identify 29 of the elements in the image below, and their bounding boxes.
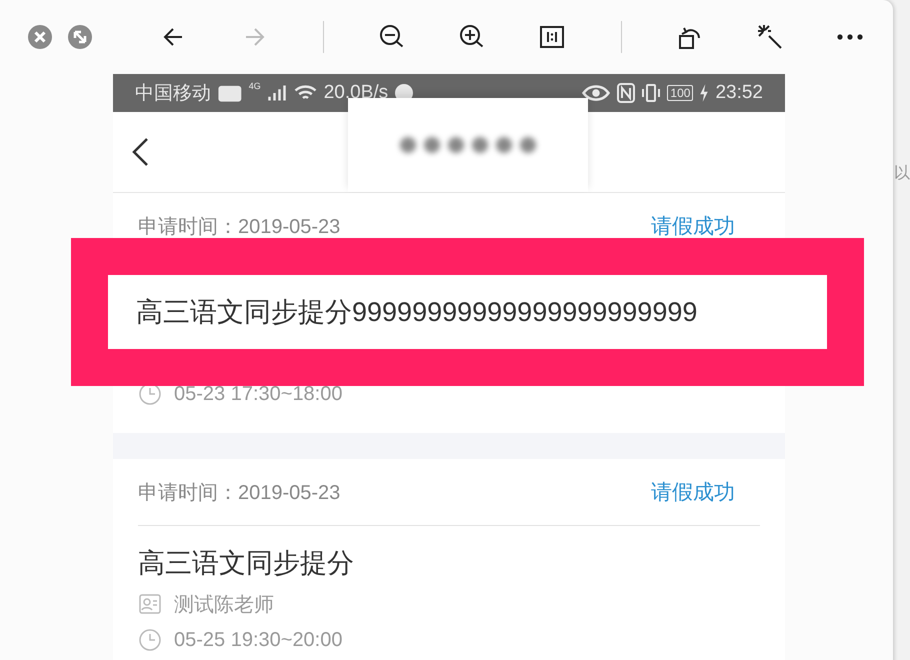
network-type: 4G [248,81,261,91]
more-icon [836,34,864,40]
eye-icon [581,83,612,103]
course-title: 高三语文同步提分99999999999999999999999 [136,296,698,329]
teacher-name: 测试陈老师 [174,592,274,618]
network-speed: 20.0B/s [324,82,388,104]
leave-status: 请假成功 [651,214,735,240]
vibrate-icon [641,83,662,103]
background-window-text: 以 [894,165,910,183]
clock-icon [138,628,162,652]
hd-icon [217,83,243,103]
battery-level: 100 [667,85,694,101]
class-time: 05-23 17:30~18:00 [174,382,342,406]
carrier-name: 中国移动 [135,82,211,106]
leave-record-card[interactable]: 申请时间：2019-05-23 请假成功 高三语文同步提分 测试陈老师 05-25 19:30~20:00 [113,459,785,660]
close-icon[interactable] [26,23,54,51]
restore-icon[interactable] [66,23,94,51]
apply-time: 申请时间：2019-05-23 [138,480,340,506]
actual-size-icon [538,23,566,51]
class-time: 05-25 19:30~20:00 [174,628,342,652]
nfc-icon [617,83,636,103]
signal-icon [266,83,287,103]
course-title: 高三语文同步提分 [138,547,355,580]
person-card-icon [138,592,162,616]
magic-wand-icon [756,23,784,51]
apply-time: 申请时间：2019-05-23 [138,214,340,240]
charging-icon [699,83,710,103]
leave-status: 请假成功 [651,480,735,506]
clock-time: 23:52 [715,82,763,104]
